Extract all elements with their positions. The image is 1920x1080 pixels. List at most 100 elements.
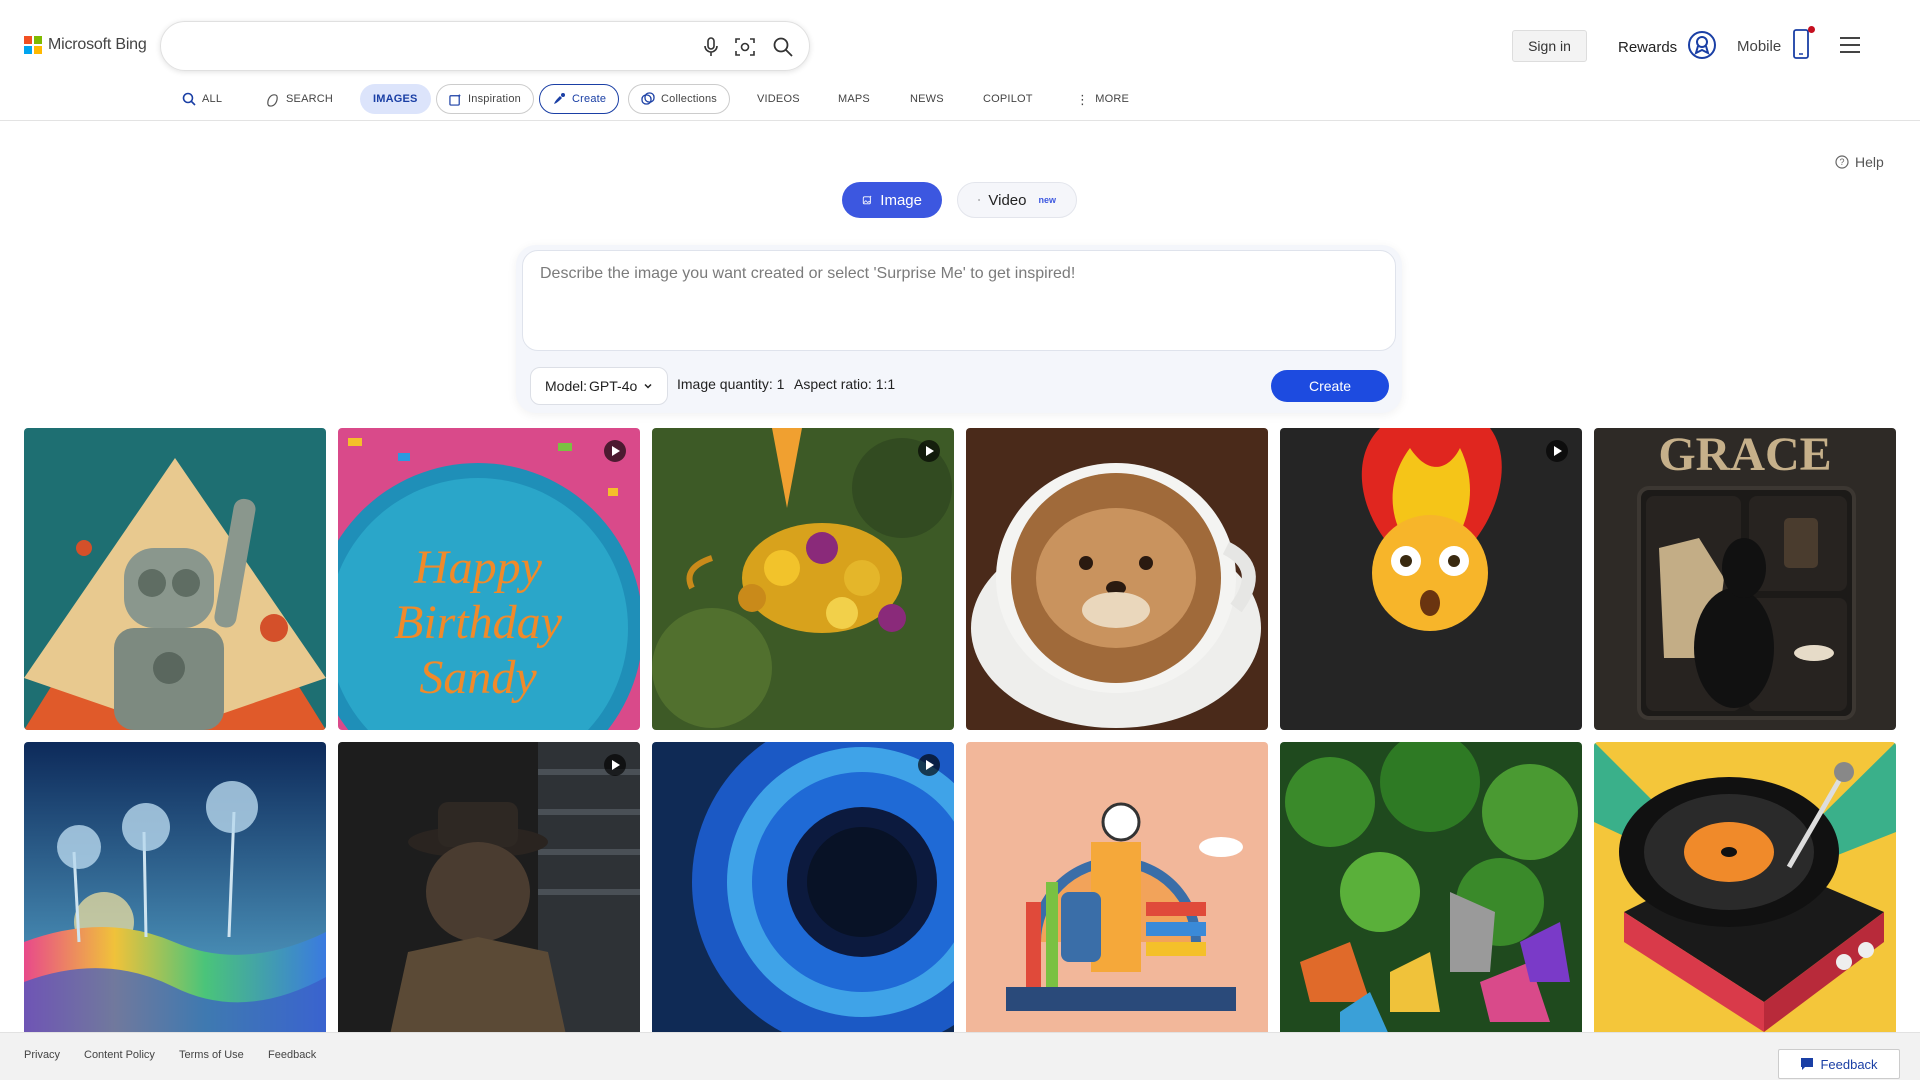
video-create-icon bbox=[978, 199, 981, 201]
tab-collections-label: Collections bbox=[661, 93, 718, 105]
create-button[interactable]: Create bbox=[1271, 370, 1389, 402]
tab-copilot-label: COPILOT bbox=[983, 93, 1033, 105]
mobile-button[interactable]: Mobile bbox=[1737, 26, 1816, 64]
help-link[interactable]: ? Help bbox=[1835, 154, 1884, 170]
help-icon: ? bbox=[1835, 155, 1849, 169]
tab-create[interactable]: Create bbox=[539, 84, 620, 114]
search-input[interactable] bbox=[160, 21, 810, 71]
video-mode-label: Video bbox=[988, 191, 1027, 209]
tab-search-label: SEARCH bbox=[286, 93, 334, 105]
bulldog-detective-image bbox=[338, 742, 640, 1044]
search-scopes-nav: ALL SEARCH IMAGES Inspiration Create Col… bbox=[0, 84, 1200, 114]
privacy-link[interactable]: Privacy bbox=[24, 1049, 60, 1061]
content-policy-link[interactable]: Content Policy bbox=[84, 1049, 155, 1061]
gallery-tile-robot[interactable] bbox=[24, 428, 326, 730]
gallery-tile-rainbow-dunes[interactable] bbox=[24, 742, 326, 1044]
rainbow-dunes-image bbox=[24, 742, 326, 1044]
tab-images[interactable]: IMAGES bbox=[360, 84, 431, 114]
rewards-button[interactable]: Rewards bbox=[1618, 30, 1717, 64]
robot-image bbox=[24, 428, 326, 730]
grace-text: GRACE bbox=[1658, 428, 1831, 481]
inspiration-icon bbox=[449, 93, 462, 106]
tab-all-label: ALL bbox=[202, 93, 223, 105]
tab-search[interactable]: SEARCH bbox=[265, 84, 333, 114]
gallery-tile-shocked-emoji[interactable] bbox=[1280, 428, 1582, 730]
tab-create-label: Create bbox=[572, 93, 607, 105]
feedback-icon bbox=[1801, 1058, 1814, 1070]
help-label: Help bbox=[1855, 154, 1884, 170]
feedback-button[interactable]: Feedback bbox=[1778, 1049, 1900, 1079]
search-icon bbox=[182, 92, 196, 106]
video-mode-tab[interactable]: Video new bbox=[957, 182, 1077, 218]
image-create-icon bbox=[862, 195, 872, 205]
gallery-tile-origami-jungle[interactable] bbox=[1280, 742, 1582, 1044]
otter-latte-image bbox=[966, 428, 1268, 730]
tab-news[interactable]: NEWS bbox=[910, 84, 944, 114]
video-play-icon bbox=[918, 440, 940, 462]
new-badge: new bbox=[1038, 195, 1056, 205]
more-label: MORE bbox=[1095, 93, 1130, 105]
cake-text-happy: Happy bbox=[413, 541, 543, 594]
video-play-icon bbox=[918, 754, 940, 776]
microsoft-logo-icon bbox=[24, 36, 42, 54]
tab-collections[interactable]: Collections bbox=[628, 84, 731, 114]
visual-search-icon[interactable] bbox=[733, 35, 757, 59]
model-label: Model: bbox=[545, 378, 588, 394]
gallery-tile-flower-bird[interactable] bbox=[652, 428, 954, 730]
chevron-down-icon bbox=[644, 383, 652, 389]
svg-text:?: ? bbox=[1839, 157, 1844, 167]
search-icon[interactable] bbox=[771, 35, 795, 59]
copilot-search-icon bbox=[267, 93, 278, 107]
flower-bird-image bbox=[652, 428, 954, 730]
tab-all[interactable]: ALL bbox=[182, 84, 222, 114]
model-value: GPT-4o bbox=[589, 378, 638, 394]
model-selector[interactable]: Model: GPT-4o bbox=[530, 367, 669, 405]
blue-eye-image bbox=[652, 742, 954, 1044]
brand-name: Microsoft Bing bbox=[48, 36, 147, 53]
bing-logo[interactable]: Microsoft Bing bbox=[24, 36, 147, 54]
header: Microsoft Bing Sign in Rewards Mobile AL… bbox=[0, 0, 1920, 121]
aspect-ratio-option[interactable]: Aspect ratio: 1:1 bbox=[794, 376, 895, 392]
sign-in-button[interactable]: Sign in bbox=[1512, 30, 1587, 62]
image-mode-tab[interactable]: Image bbox=[842, 182, 942, 218]
tab-maps-label: MAPS bbox=[838, 93, 870, 105]
video-play-icon bbox=[1546, 440, 1568, 462]
gallery-tile-school-city[interactable] bbox=[966, 742, 1268, 1044]
tab-copilot[interactable]: COPILOT bbox=[983, 84, 1033, 114]
gallery-tile-record-player[interactable] bbox=[1594, 742, 1896, 1044]
tab-videos[interactable]: VIDEOS bbox=[757, 84, 800, 114]
tab-videos-label: VIDEOS bbox=[757, 93, 800, 105]
cake-text-birthday: Birthday bbox=[394, 596, 563, 649]
create-brush-icon bbox=[554, 93, 565, 104]
terms-link[interactable]: Terms of Use bbox=[179, 1049, 244, 1061]
tab-maps[interactable]: MAPS bbox=[838, 84, 870, 114]
gallery-tile-otter-latte[interactable] bbox=[966, 428, 1268, 730]
mobile-label: Mobile bbox=[1737, 37, 1782, 55]
image-mode-label: Image bbox=[880, 191, 922, 209]
birthday-cake-image: Happy Birthday Sandy bbox=[338, 428, 640, 730]
gallery-tile-grace-dog[interactable]: GRACE bbox=[1594, 428, 1896, 730]
gallery-tile-blue-eye[interactable] bbox=[652, 742, 954, 1044]
phone-icon bbox=[1791, 26, 1816, 64]
school-city-image bbox=[966, 742, 1268, 1044]
tab-images-label: IMAGES bbox=[373, 93, 418, 105]
video-play-icon bbox=[604, 754, 626, 776]
more-menu[interactable]: ⋮ MORE bbox=[1076, 84, 1129, 114]
origami-jungle-image bbox=[1280, 742, 1582, 1044]
rewards-label: Rewards bbox=[1618, 38, 1678, 56]
video-play-icon bbox=[604, 440, 626, 462]
feedback-link[interactable]: Feedback bbox=[268, 1049, 316, 1061]
image-quantity-option[interactable]: Image quantity: 1 bbox=[677, 376, 784, 392]
grace-dog-image: GRACE bbox=[1594, 428, 1896, 730]
gallery-tile-bulldog-detective[interactable] bbox=[338, 742, 640, 1044]
prompt-textarea[interactable]: Describe the image you want created or s… bbox=[522, 250, 1396, 351]
more-dots-icon: ⋮ bbox=[1076, 91, 1090, 107]
microphone-icon[interactable] bbox=[699, 35, 723, 59]
tab-news-label: NEWS bbox=[910, 93, 944, 105]
tab-inspiration[interactable]: Inspiration bbox=[436, 84, 534, 114]
feedback-button-label: Feedback bbox=[1820, 1056, 1878, 1072]
notification-dot bbox=[1808, 26, 1816, 33]
menu-icon[interactable] bbox=[1840, 37, 1860, 53]
gallery-tile-birthday-cake[interactable]: Happy Birthday Sandy bbox=[338, 428, 640, 730]
record-player-image bbox=[1594, 742, 1896, 1044]
